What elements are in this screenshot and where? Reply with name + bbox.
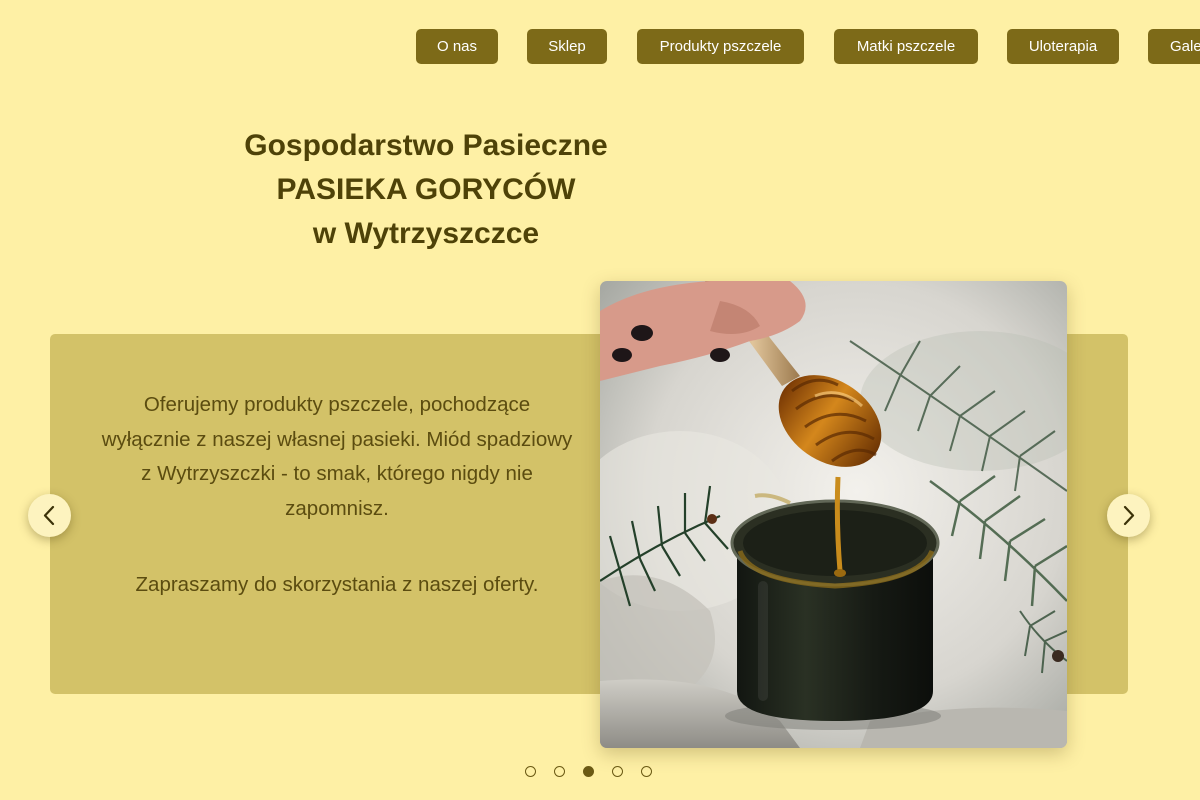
slide-paragraph-2: Zapraszamy do skorzystania z naszej ofer… — [135, 573, 539, 596]
slide-paragraph-1: Oferujemy produkty pszczele, pochodzące … — [101, 393, 573, 520]
nav-item-sklep[interactable]: Sklep — [527, 29, 607, 64]
main-nav: O nas Sklep Produkty pszczele Matki pszc… — [0, 29, 1200, 65]
slide-text: Oferujemy produkty pszczele, pochodzące … — [97, 388, 577, 603]
nav-item-o-nas[interactable]: O nas — [416, 29, 498, 64]
nav-item-galeria[interactable]: Galeria — [1148, 29, 1200, 64]
carousel-dot-2[interactable] — [554, 766, 565, 777]
carousel-dot-5[interactable] — [641, 766, 652, 777]
carousel-dot-3[interactable] — [583, 766, 594, 777]
page-title: Gospodarstwo Pasieczne PASIEKA GORYCÓW w… — [176, 124, 676, 256]
chevron-right-icon — [1123, 505, 1135, 526]
carousel-dot-1[interactable] — [525, 766, 536, 777]
carousel-dot-4[interactable] — [612, 766, 623, 777]
carousel-prev-button[interactable] — [28, 494, 71, 537]
title-line-3: w Wytrzyszczce — [312, 217, 540, 250]
chevron-left-icon — [43, 505, 55, 526]
honey-jar-photo — [600, 281, 1067, 748]
nav-item-matki-pszczele[interactable]: Matki pszczele — [834, 29, 978, 64]
honey-jar-illustration — [600, 281, 1067, 748]
nav-item-uloterapia[interactable]: Uloterapia — [1007, 29, 1119, 64]
title-line-2: PASIEKA GORYCÓW — [276, 173, 576, 206]
title-line-1: Gospodarstwo Pasieczne — [244, 129, 608, 162]
carousel-indicators — [0, 766, 1200, 780]
carousel-next-button[interactable] — [1107, 494, 1150, 537]
nav-item-produkty-pszczele[interactable]: Produkty pszczele — [637, 29, 804, 64]
